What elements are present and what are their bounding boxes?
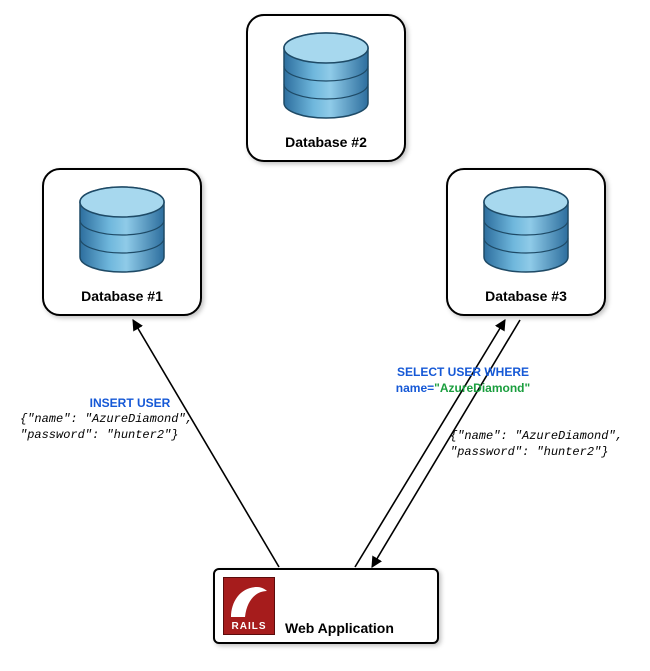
annotation-insert-header: INSERT USER bbox=[20, 395, 240, 411]
database-icon bbox=[76, 184, 168, 284]
database-icon bbox=[480, 184, 572, 284]
node-web-application: RAILS Web Application bbox=[213, 568, 439, 644]
database-icon bbox=[280, 30, 372, 130]
rails-logo: RAILS bbox=[223, 577, 275, 635]
node-label-app: Web Application bbox=[285, 620, 394, 636]
annotation-select-field: name= bbox=[396, 381, 434, 395]
node-label-db1: Database #1 bbox=[44, 288, 200, 304]
node-database-1: Database #1 bbox=[42, 168, 202, 316]
rails-logo-text: RAILS bbox=[224, 621, 274, 632]
annotation-result-body: {"name": "AzureDiamond", "password": "hu… bbox=[450, 428, 650, 460]
annotation-result: {"name": "AzureDiamond", "password": "hu… bbox=[450, 428, 650, 460]
annotation-select-header: SELECT USER WHERE bbox=[368, 364, 558, 380]
node-label-db2: Database #2 bbox=[248, 134, 404, 150]
node-label-db3: Database #3 bbox=[448, 288, 604, 304]
annotation-insert: INSERT USER {"name": "AzureDiamond", "pa… bbox=[20, 395, 240, 444]
node-database-2: Database #2 bbox=[246, 14, 406, 162]
annotation-select-value: "AzureDiamond" bbox=[434, 381, 530, 395]
annotation-insert-body: {"name": "AzureDiamond", "password": "hu… bbox=[20, 411, 240, 443]
node-database-3: Database #3 bbox=[446, 168, 606, 316]
annotation-select: SELECT USER WHERE name="AzureDiamond" bbox=[368, 364, 558, 396]
